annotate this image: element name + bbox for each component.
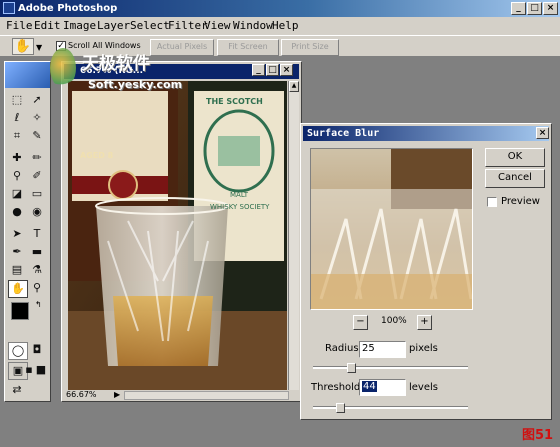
jump-to-imageready-icon[interactable]: ⇄ (8, 382, 26, 398)
status-bar: 66.67% ▶ (64, 390, 299, 401)
actual-pixels-button[interactable]: Actual Pixels (150, 39, 214, 56)
threshold-label: Threshold: (311, 382, 364, 393)
swap-colors-icon[interactable]: ↰ (35, 300, 42, 309)
preview-label: Preview (501, 196, 540, 207)
type-tool-icon[interactable]: T (28, 226, 46, 242)
menu-edit[interactable]: Edit (34, 19, 61, 32)
brush-tool-icon[interactable]: ✏ (28, 150, 46, 166)
radius-slider-track[interactable] (313, 366, 468, 369)
shape-tool-icon[interactable]: ▬ (28, 244, 46, 260)
history-brush-tool-icon[interactable]: ✐ (28, 168, 46, 184)
bottle-label-right-line3: WHISKY SOCIETY (210, 203, 270, 211)
document-window: 66.7% (RG... _ □ × AGED 8 THE SCOTCH MAL… (61, 61, 302, 402)
document-canvas[interactable]: AGED 8 THE SCOTCH MALT WHISKY SOCIETY (68, 81, 287, 391)
blur-tool-icon[interactable]: ● (8, 204, 26, 220)
move-tool-icon[interactable]: ➚ (28, 92, 46, 108)
eraser-tool-icon[interactable]: ◪ (8, 186, 26, 202)
full-screen-mode-icon[interactable]: ■ (35, 362, 47, 378)
cancel-button[interactable]: Cancel (485, 169, 545, 188)
print-size-button[interactable]: Print Size (281, 39, 339, 56)
magic-wand-tool-icon[interactable]: ✧ (28, 110, 46, 126)
watermark-text-cn: 天极软件 (82, 54, 150, 74)
radius-label: Radius: (325, 343, 362, 354)
dodge-tool-icon[interactable]: ◉ (28, 204, 46, 220)
hand-tool-preset-icon[interactable]: ✋ (12, 38, 34, 55)
menu-window[interactable]: Window (233, 19, 273, 32)
doc-close-button[interactable]: × (280, 64, 293, 76)
threshold-value-selected: 44 (362, 381, 377, 392)
path-selection-tool-icon[interactable]: ➤ (8, 226, 26, 242)
doc-maximize-button[interactable]: □ (266, 64, 279, 76)
menu-help[interactable]: Help (272, 19, 299, 32)
dialog-title-bar: Surface Blur (303, 126, 549, 141)
radius-input[interactable]: 25 (359, 341, 406, 358)
whisky-photo-image (68, 81, 287, 391)
bottle-label-right-line2: MALT (230, 191, 249, 199)
scroll-up-arrow-icon[interactable]: ▲ (289, 81, 299, 92)
close-button[interactable]: × (543, 2, 558, 15)
menu-layer[interactable]: Layer (97, 19, 130, 32)
surface-blur-dialog: Surface Blur × OK Cancel Preview − 100% … (300, 123, 552, 420)
horizontal-scrollbar[interactable] (124, 391, 289, 400)
marquee-tool-icon[interactable]: ⬚ (8, 92, 26, 108)
quick-mask-mode-icon[interactable]: ◘ (28, 342, 46, 358)
gradient-tool-icon[interactable]: ▭ (28, 186, 46, 202)
menu-image[interactable]: Image (63, 19, 96, 32)
toolbox: ⬚ ➚ ℓ ✧ ⌗ ✎ ✚ ✏ ⚲ ✐ ◪ ▭ ● ◉ ➤ T ✒ ▬ ▤ ⚗ … (4, 61, 51, 402)
radius-slider-thumb[interactable] (347, 363, 356, 373)
zoom-tool-icon[interactable]: ⚲ (28, 280, 46, 296)
ok-button[interactable]: OK (485, 148, 545, 167)
toolbox-logo-icon (5, 62, 50, 88)
hand-tool-icon[interactable]: ✋ (8, 280, 28, 298)
menu-bar: File Edit Image Layer Select Filter View… (0, 17, 560, 35)
app-title-bar: Adobe Photoshop (0, 0, 560, 17)
lasso-tool-icon[interactable]: ℓ (8, 110, 26, 126)
healing-brush-tool-icon[interactable]: ✚ (8, 150, 26, 166)
notes-tool-icon[interactable]: ▤ (8, 262, 26, 278)
minimize-button[interactable]: _ (511, 2, 526, 15)
full-screen-menu-mode-icon[interactable]: ▪ (23, 362, 35, 378)
zoom-in-button[interactable]: + (417, 315, 432, 330)
watermark-logo-icon (50, 48, 76, 88)
fit-screen-button[interactable]: Fit Screen (217, 39, 279, 56)
crop-tool-icon[interactable]: ⌗ (8, 128, 26, 144)
maximize-button[interactable]: □ (527, 2, 542, 15)
watermark-url: Soft.yesky.com (88, 78, 183, 91)
clone-stamp-tool-icon[interactable]: ⚲ (8, 168, 26, 184)
zoom-readout: 66.67% (66, 390, 97, 399)
standard-mode-icon[interactable]: ◯ (8, 342, 28, 360)
status-arrow-icon[interactable]: ▶ (114, 390, 120, 399)
preview-checkbox[interactable] (487, 197, 497, 207)
preview-pane[interactable] (310, 148, 473, 310)
dialog-title: Surface Blur (307, 128, 380, 139)
menu-file[interactable]: File (6, 19, 33, 32)
radius-unit: pixels (409, 343, 438, 354)
zoom-out-button[interactable]: − (353, 315, 368, 330)
menu-view[interactable]: View (204, 19, 231, 32)
bottle-label-left: AGED 8 (80, 151, 114, 160)
pen-tool-icon[interactable]: ✒ (8, 244, 26, 260)
threshold-unit: levels (409, 382, 438, 393)
eyedropper-tool-icon[interactable]: ⚗ (28, 262, 46, 278)
bottle-label-right-line1: THE SCOTCH (206, 97, 263, 106)
app-title: Adobe Photoshop (18, 3, 118, 14)
preset-dropdown-arrow-icon[interactable]: ▼ (36, 43, 42, 52)
slice-tool-icon[interactable]: ✎ (28, 128, 46, 144)
menu-select[interactable]: Select (130, 19, 170, 32)
figure-label: 图51 (522, 428, 554, 443)
dialog-close-button[interactable]: × (536, 127, 549, 139)
menu-filter[interactable]: Filter (168, 19, 208, 32)
threshold-input[interactable]: 44 (359, 379, 406, 396)
threshold-slider-thumb[interactable] (336, 403, 345, 413)
preview-zoom-label: 100% (381, 316, 407, 326)
vertical-scrollbar[interactable]: ▲ (288, 81, 299, 391)
foreground-color-swatch[interactable] (11, 302, 29, 320)
photoshop-logo-icon (3, 2, 15, 14)
preview-image (311, 149, 472, 309)
doc-minimize-button[interactable]: _ (252, 64, 265, 76)
